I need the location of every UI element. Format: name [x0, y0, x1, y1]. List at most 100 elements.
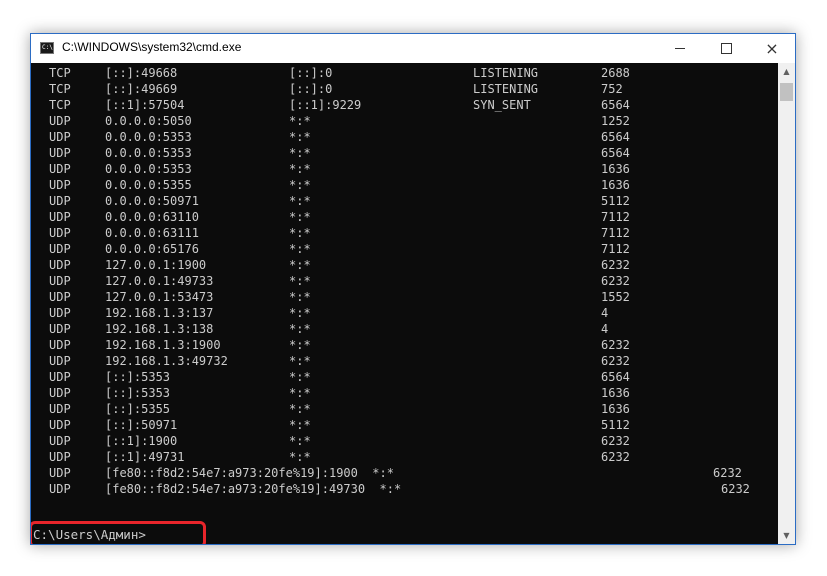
netstat-foreign-cell: *:*: [289, 194, 311, 208]
cmd-window: C:\ C:\WINDOWS\system32\cmd.exe × C:\Use…: [30, 33, 796, 545]
netstat-local-cell: 0.0.0.0:63110: [105, 210, 199, 224]
maximize-icon: [720, 43, 732, 54]
netstat-foreign-cell: *:*: [289, 162, 311, 176]
netstat-proto-cell: TCP: [49, 98, 71, 112]
netstat-proto-cell: UDP: [49, 322, 71, 336]
netstat-row: UDP 0.0.0.0:65176 *:* 7112: [31, 241, 778, 257]
scroll-up-arrow-icon[interactable]: ▲: [778, 63, 795, 80]
netstat-proto-cell: TCP: [49, 82, 71, 96]
netstat-local-cell: [::1]:57504: [105, 98, 185, 112]
netstat-row: TCP [::1]:57504 [::1]:9229 SYN_SENT 6564: [31, 97, 778, 113]
netstat-row: UDP 127.0.0.1:49733 *:* 6232: [31, 273, 778, 289]
netstat-local-cell: 0.0.0.0:5353: [105, 130, 192, 144]
title-bar[interactable]: C:\ C:\WINDOWS\system32\cmd.exe ×: [31, 34, 795, 63]
netstat-local-cell: 192.168.1.3:49732: [105, 354, 228, 368]
netstat-proto-cell: UDP: [49, 162, 71, 176]
netstat-foreign-cell: *:*: [289, 210, 311, 224]
vertical-scrollbar[interactable]: ▲ ▼: [778, 63, 795, 544]
netstat-pid-cell: 1636: [601, 402, 630, 416]
netstat-local-cell: 0.0.0.0:5050: [105, 114, 192, 128]
netstat-local-cell: [::]:5353: [105, 370, 171, 384]
netstat-foreign-cell: *:*: [289, 338, 311, 352]
netstat-proto-cell: UDP: [49, 290, 71, 304]
netstat-pid-cell: 6232: [601, 450, 630, 464]
netstat-proto-cell: UDP: [49, 242, 71, 256]
netstat-row: UDP [::1]:1900 *:* 6232: [31, 433, 778, 449]
netstat-row: TCP [::]:49668 [::]:0 LISTENING 2688: [31, 65, 778, 81]
netstat-proto-cell: UDP: [49, 370, 71, 384]
netstat-proto-cell: UDP: [49, 274, 71, 288]
netstat-pid-cell: 6564: [601, 370, 630, 384]
netstat-local-cell: 127.0.0.1:1900: [105, 258, 207, 272]
netstat-row: UDP 0.0.0.0:5353 *:* 1636: [31, 161, 778, 177]
netstat-row: UDP [fe80::f8d2:54e7:a973:20fe%19]:49730 …: [31, 481, 778, 497]
netstat-foreign-cell: *:*: [289, 386, 311, 400]
minimize-button[interactable]: [657, 34, 703, 63]
netstat-pid-cell: 4: [601, 306, 609, 320]
netstat-local-cell: 192.168.1.3:1900: [105, 338, 221, 352]
netstat-foreign-cell: [::]:0: [289, 66, 333, 80]
netstat-proto-cell: UDP: [49, 418, 71, 432]
netstat-foreign-cell: [::1]:9229: [289, 98, 362, 112]
netstat-row: UDP [::]:5353 *:* 1636: [31, 385, 778, 401]
netstat-local-cell: 0.0.0.0:5353: [105, 162, 192, 176]
minimize-icon: [675, 48, 685, 49]
netstat-row: UDP [::]:50971 *:* 5112: [31, 417, 778, 433]
command-prompt[interactable]: C:\Users\Админ>: [33, 527, 146, 543]
netstat-pid-cell: 6564: [601, 146, 630, 160]
netstat-pid-cell: 1552: [601, 290, 630, 304]
netstat-foreign-cell: *:*: [289, 434, 311, 448]
netstat-pid-cell: 1636: [601, 178, 630, 192]
netstat-row: UDP 127.0.0.1:53473 *:* 1552: [31, 289, 778, 305]
close-icon: ×: [765, 38, 779, 58]
netstat-pid-cell: 752: [601, 82, 623, 96]
netstat-proto-cell: UDP: [49, 354, 71, 368]
netstat-foreign-cell: *:*: [289, 258, 311, 272]
netstat-pid-cell: 7112: [601, 242, 630, 256]
scrollbar-thumb[interactable]: [780, 83, 793, 101]
netstat-proto-cell: UDP: [49, 258, 71, 272]
netstat-proto-cell: UDP: [49, 386, 71, 400]
netstat-local-cell: [::1]:49731: [105, 450, 185, 464]
netstat-proto-cell: UDP: [49, 114, 71, 128]
netstat-state-cell: LISTENING: [473, 66, 539, 80]
netstat-local-cell: 127.0.0.1:49733: [105, 274, 214, 288]
netstat-proto-cell: UDP: [49, 178, 71, 192]
netstat-proto-cell: UDP: [49, 130, 71, 144]
netstat-proto-cell: TCP: [49, 66, 71, 80]
netstat-address-cell: [fe80::f8d2:54e7:a973:20fe%19]:49730 *:*: [105, 482, 402, 496]
netstat-local-cell: [::]:49668: [105, 66, 178, 80]
netstat-pid-cell: 7112: [601, 210, 630, 224]
netstat-local-cell: [::]:5353: [105, 386, 171, 400]
netstat-row: UDP 0.0.0.0:5050 *:* 1252: [31, 113, 778, 129]
netstat-row: UDP 192.168.1.3:49732 *:* 6232: [31, 353, 778, 369]
netstat-foreign-cell: *:*: [289, 146, 311, 160]
netstat-proto-cell: UDP: [49, 194, 71, 208]
netstat-pid-cell: 7112: [601, 226, 630, 240]
netstat-foreign-cell: *:*: [289, 322, 311, 336]
close-button[interactable]: ×: [749, 34, 795, 63]
netstat-row: UDP [fe80::f8d2:54e7:a973:20fe%19]:1900 *…: [31, 465, 778, 481]
netstat-foreign-cell: *:*: [289, 450, 311, 464]
netstat-foreign-cell: *:*: [289, 242, 311, 256]
cmd-app-icon: C:\: [40, 42, 54, 54]
netstat-row: UDP 127.0.0.1:1900 *:* 6232: [31, 257, 778, 273]
netstat-foreign-cell: *:*: [289, 370, 311, 384]
netstat-proto-cell: UDP: [49, 450, 71, 464]
netstat-row: UDP 0.0.0.0:63111 *:* 7112: [31, 225, 778, 241]
netstat-foreign-cell: *:*: [289, 354, 311, 368]
netstat-pid-cell: 6232: [601, 274, 630, 288]
netstat-foreign-cell: *:*: [289, 306, 311, 320]
netstat-foreign-cell: *:*: [289, 114, 311, 128]
netstat-pid-cell: 6232: [601, 258, 630, 272]
netstat-foreign-cell: *:*: [289, 274, 311, 288]
netstat-row: UDP 0.0.0.0:5353 *:* 6564: [31, 145, 778, 161]
netstat-local-cell: 0.0.0.0:50971: [105, 194, 199, 208]
netstat-proto-cell: UDP: [49, 402, 71, 416]
netstat-row: UDP 0.0.0.0:5353 *:* 6564: [31, 129, 778, 145]
console-output[interactable]: C:\Users\Админ> TCP [::]:49668 [::]:0 LISTE…: [31, 63, 778, 544]
scroll-down-arrow-icon[interactable]: ▼: [778, 527, 795, 544]
maximize-button[interactable]: [703, 34, 749, 63]
window-title: C:\WINDOWS\system32\cmd.exe: [62, 40, 242, 54]
netstat-local-cell: [::]:50971: [105, 418, 178, 432]
